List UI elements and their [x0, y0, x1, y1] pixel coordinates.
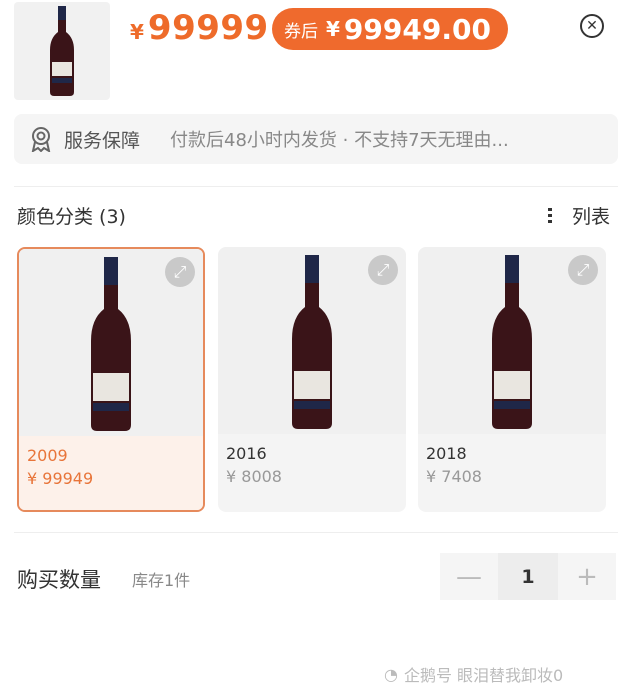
service-guarantee-row[interactable]: 服务保障 付款后48小时内发货 · 不支持7天无理由...: [14, 114, 618, 164]
divider: [14, 186, 618, 187]
variant-price: ¥ 7408: [426, 467, 482, 486]
variant-card-2016[interactable]: ⤢ 2016 ¥ 8008: [218, 247, 406, 512]
expand-icon[interactable]: ⤢: [368, 255, 398, 285]
coupon-price-value: 99949.00: [343, 12, 491, 46]
list-toggle-label: 列表: [572, 206, 611, 228]
increment-button[interactable]: +: [558, 553, 616, 600]
watermark-text: 企鹅号 眼泪替我卸妆0: [403, 666, 564, 685]
quantity-value[interactable]: 1: [498, 553, 558, 600]
variant-info: 2018 ¥ 7408: [418, 434, 606, 512]
watermark: ◔ 企鹅号 眼泪替我卸妆0: [384, 662, 563, 686]
close-icon: ✕: [586, 18, 598, 34]
wine-bottle-icon: [50, 6, 74, 96]
divider: [14, 532, 618, 533]
variant-image: ⤢: [218, 247, 406, 434]
close-button[interactable]: ✕: [580, 14, 604, 38]
service-description: 付款后48小时内发货 · 不支持7天无理由...: [170, 130, 509, 151]
list-icon: [548, 208, 568, 223]
currency-symbol: ¥: [130, 20, 144, 44]
decrement-button[interactable]: —: [440, 553, 498, 600]
variant-card-2018[interactable]: ⤢ 2018 ¥ 7408: [418, 247, 606, 512]
badge-icon: [31, 127, 51, 152]
wine-bottle-icon: [492, 254, 532, 429]
quantity-stepper[interactable]: — 1 +: [440, 553, 616, 600]
coupon-tag: 券后: [284, 21, 318, 42]
price-value: 99999: [147, 8, 269, 48]
expand-icon[interactable]: ⤢: [165, 257, 195, 287]
variant-price: ¥ 99949: [27, 469, 94, 488]
variant-info: 2009 ¥ 99949: [19, 436, 203, 510]
variant-image: ⤢: [418, 247, 606, 434]
variant-image: ⤢: [19, 249, 203, 436]
wine-bottle-icon: [91, 256, 131, 431]
quantity-label: 购买数量: [17, 568, 101, 592]
coupon-price-badge: 券后 ¥ 99949.00: [272, 8, 508, 50]
variant-info: 2016 ¥ 8008: [218, 434, 406, 512]
wine-bottle-icon: [292, 254, 332, 429]
variant-year: 2009: [27, 446, 68, 465]
variant-year: 2016: [226, 444, 267, 463]
coupon-currency-symbol: ¥: [326, 17, 340, 41]
product-thumbnail[interactable]: [14, 2, 110, 100]
list-view-toggle[interactable]: 列表: [548, 202, 610, 229]
stock-text: 库存1件: [132, 571, 191, 590]
expand-icon[interactable]: ⤢: [568, 255, 598, 285]
variant-year: 2018: [426, 444, 467, 463]
service-label: 服务保障: [64, 129, 141, 152]
category-title: 颜色分类 (3): [17, 206, 126, 228]
current-price: ¥ 99999: [130, 8, 269, 48]
variant-price: ¥ 8008: [226, 467, 282, 486]
variant-card-2009[interactable]: ⤢ 2009 ¥ 99949: [17, 247, 205, 512]
watermark-logo-icon: ◔: [384, 664, 398, 684]
